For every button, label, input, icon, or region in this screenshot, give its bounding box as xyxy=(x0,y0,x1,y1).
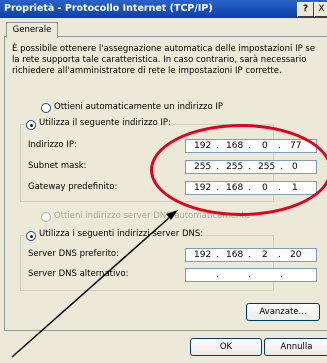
tab-generale[interactable]: Generale xyxy=(6,22,58,38)
annotation-arrow xyxy=(11,210,178,358)
